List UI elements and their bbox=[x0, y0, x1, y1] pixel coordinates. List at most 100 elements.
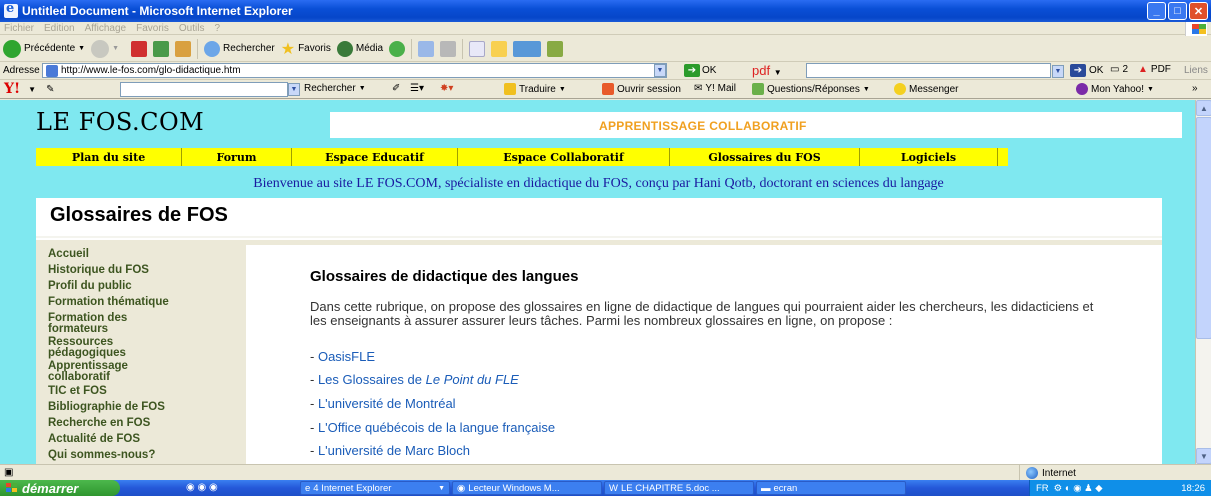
go-label: OK bbox=[702, 65, 717, 76]
print-icon[interactable] bbox=[440, 40, 457, 57]
search-icon bbox=[204, 40, 221, 57]
edit-icon[interactable] bbox=[469, 40, 486, 57]
ymail-button[interactable]: ✉ Y! Mail bbox=[694, 83, 736, 94]
monyahoo-button[interactable]: Mon Yahoo! ▼ bbox=[1076, 83, 1154, 95]
link-montreal[interactable]: - L'université de Montréal bbox=[310, 396, 456, 411]
nav-logiciels[interactable]: Logiciels bbox=[860, 148, 998, 166]
mail-icon[interactable] bbox=[418, 40, 435, 57]
link-marc-bloch[interactable]: - L'université de Marc Bloch bbox=[310, 443, 470, 458]
sidebar-item-actualite[interactable]: Actualité de FOS bbox=[48, 433, 248, 445]
quicklaunch-icons[interactable]: ◉ ◉ ◉ bbox=[186, 482, 218, 493]
sidebar-item-historique[interactable]: Historique du FOS bbox=[48, 264, 248, 276]
sidebar-item-profil[interactable]: Profil du public bbox=[48, 280, 248, 292]
refresh-icon[interactable] bbox=[153, 40, 170, 57]
task-word-document[interactable]: W LE CHAPITRE 5.doc ... bbox=[604, 481, 754, 495]
task-ecran[interactable]: ▬ ecran bbox=[756, 481, 906, 495]
sidebar-item-bibliographie[interactable]: Bibliographie de FOS bbox=[48, 401, 248, 413]
pdf-button[interactable]: ▲ PDF bbox=[1138, 64, 1171, 75]
nav-espace-collaboratif[interactable]: Espace Collaboratif bbox=[458, 148, 670, 166]
pdf-search-label: pdf ▼ bbox=[752, 63, 782, 78]
go-button[interactable]: ➔ OK bbox=[684, 64, 716, 77]
windows-logo-icon bbox=[6, 483, 17, 492]
sidebar-item-accueil[interactable]: Accueil bbox=[48, 248, 248, 260]
menu-outils[interactable]: Outils bbox=[179, 23, 205, 34]
tray-icons[interactable]: ⚙ ◐ ◉ ♟ ◆ bbox=[1054, 483, 1103, 494]
research-icon[interactable] bbox=[547, 40, 564, 57]
link-oasisfle[interactable]: - OasisFLE bbox=[310, 349, 375, 364]
links-label[interactable]: Liens bbox=[1184, 65, 1208, 76]
ouvrir-session-button[interactable]: Ouvrir session bbox=[602, 83, 681, 95]
menu-favoris[interactable]: Favoris bbox=[136, 23, 169, 34]
media-button[interactable]: Média bbox=[336, 40, 383, 57]
address-input[interactable]: http://www.le-fos.com/glo-didactique.htm… bbox=[42, 63, 667, 78]
messenger-toolbar-icon[interactable] bbox=[513, 40, 542, 57]
pdf-ok-button[interactable]: ➔ OK bbox=[1070, 64, 1103, 77]
system-tray: FR ⚙ ◐ ◉ ♟ ◆ 18:26 bbox=[1029, 480, 1211, 496]
nav-espace-educatif[interactable]: Espace Educatif bbox=[292, 148, 458, 166]
pdf-count[interactable]: ▭ 2 bbox=[1110, 64, 1128, 75]
link-text: L'université de Montréal bbox=[317, 396, 456, 411]
menu-affichage[interactable]: Affichage bbox=[85, 23, 127, 34]
sidebar-item-formation-thematique[interactable]: Formation thématique bbox=[48, 296, 248, 308]
back-button[interactable]: Précédente ▼ bbox=[3, 39, 85, 58]
vertical-scrollbar[interactable]: ▲ ▼ bbox=[1195, 100, 1211, 464]
sidebar-item-ressources[interactable]: Ressources pédagogiques bbox=[48, 336, 188, 359]
start-button[interactable]: démarrer bbox=[0, 480, 120, 496]
pdf-search-input[interactable] bbox=[806, 63, 1051, 78]
maximize-button[interactable]: □ bbox=[1168, 2, 1187, 20]
pdf-count-label: 2 bbox=[1122, 64, 1129, 75]
pencil-icon[interactable]: ✎ bbox=[46, 84, 54, 95]
link-point-du-fle[interactable]: - Les Glossaires de Le Point du FLE bbox=[310, 372, 519, 387]
scroll-thumb[interactable] bbox=[1196, 117, 1211, 339]
yahoo-search-input[interactable] bbox=[120, 82, 288, 97]
pdf-dropdown[interactable]: ▼ bbox=[1052, 65, 1064, 78]
link-office-quebecois[interactable]: - L'Office québécois de la langue frança… bbox=[310, 420, 555, 435]
media-player-icon: ◉ bbox=[457, 482, 466, 494]
folder-icon[interactable] bbox=[491, 40, 508, 57]
yahoo-search-button[interactable]: Rechercher ▼ bbox=[304, 83, 366, 94]
address-dropdown[interactable]: ▼ bbox=[654, 64, 666, 77]
menu-edition[interactable]: Edition bbox=[44, 23, 75, 34]
nav-glossaires[interactable]: Glossaires du FOS bbox=[670, 148, 860, 166]
chevron-more-icon[interactable]: » bbox=[1192, 83, 1198, 94]
nav-plan-du-site[interactable]: Plan du site bbox=[36, 148, 182, 166]
link-bullet: - bbox=[310, 349, 318, 364]
task-media-player[interactable]: ◉ Lecteur Windows M... bbox=[452, 481, 602, 495]
site-logo[interactable]: LE FOS.COM bbox=[36, 108, 204, 136]
pdf-button-label: PDF bbox=[1150, 64, 1171, 75]
menu-fichier[interactable]: Fichier bbox=[4, 23, 34, 34]
task-internet-explorer[interactable]: e4 Internet Explorer ▼ bbox=[300, 481, 450, 495]
home-icon[interactable] bbox=[175, 40, 192, 57]
yahoo-search-dropdown[interactable]: ▼ bbox=[288, 83, 300, 96]
window-title: Untitled Document - Microsoft Internet E… bbox=[22, 4, 293, 18]
messenger-button[interactable]: Messenger bbox=[894, 83, 958, 95]
yahoo-logo[interactable]: Y! bbox=[4, 81, 20, 97]
traduire-button[interactable]: Traduire ▼ bbox=[504, 83, 566, 95]
forward-button[interactable]: ▼ bbox=[91, 39, 119, 58]
sidebar-item-formation-formateurs[interactable]: Formation des formateurs bbox=[48, 312, 188, 335]
page-viewport: LE FOS.COM APPRENTISSAGE COLLABORATIF Pl… bbox=[0, 100, 1195, 464]
highlight-icon[interactable]: ✐ bbox=[392, 83, 400, 94]
site-nav: Plan du site Forum Espace Educatif Espac… bbox=[36, 148, 1008, 166]
menu-help[interactable]: ? bbox=[214, 23, 220, 34]
antispy-icon[interactable]: ✸▾ bbox=[440, 83, 453, 94]
clock[interactable]: 18:26 bbox=[1181, 483, 1211, 494]
questions-button[interactable]: Questions/Réponses ▼ bbox=[752, 83, 870, 95]
search-button[interactable]: Rechercher bbox=[204, 40, 275, 57]
scroll-up-icon[interactable]: ▲ bbox=[1196, 100, 1211, 116]
close-button[interactable]: ✕ bbox=[1189, 2, 1208, 20]
layout-icon[interactable]: ☰▾ bbox=[410, 83, 424, 94]
yahoo-dropdown-icon[interactable]: ▼ bbox=[28, 85, 36, 94]
language-indicator[interactable]: FR bbox=[1036, 483, 1049, 494]
minimize-button[interactable]: _ bbox=[1147, 2, 1166, 20]
history-icon[interactable] bbox=[389, 40, 406, 57]
stop-icon[interactable] bbox=[131, 40, 148, 57]
sidebar-item-recherche[interactable]: Recherche en FOS bbox=[48, 417, 248, 429]
sidebar-item-qui-sommes-nous[interactable]: Qui sommes-nous? bbox=[48, 449, 248, 461]
favorites-button[interactable]: ★ Favoris bbox=[281, 39, 331, 59]
scroll-down-icon[interactable]: ▼ bbox=[1196, 448, 1211, 464]
task-label: Lecteur Windows M... bbox=[468, 482, 560, 494]
sidebar-item-apprentissage[interactable]: Apprentissage collaboratif bbox=[48, 360, 178, 383]
nav-forum[interactable]: Forum bbox=[182, 148, 292, 166]
sidebar-item-tic[interactable]: TIC et FOS bbox=[48, 385, 248, 397]
